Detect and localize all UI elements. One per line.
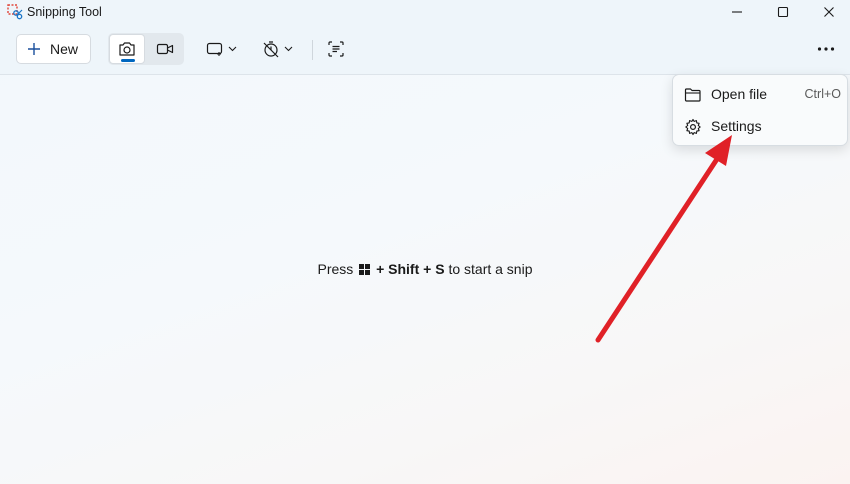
text-actions-button[interactable] [327,37,345,61]
snip-mode-button[interactable] [109,34,145,64]
hint-press-text: Press [317,261,354,277]
minimize-icon [732,11,742,13]
maximize-button[interactable] [760,0,806,24]
video-camera-icon [156,43,174,55]
more-options-icon [817,47,835,51]
chevron-down-icon [284,46,293,52]
hint-plus-1: + [376,261,385,277]
toolbar-divider [312,40,313,60]
chevron-down-icon [228,46,237,52]
minimize-button[interactable] [714,0,760,24]
menu-item-label: Open file [711,86,768,102]
menu-item-settings[interactable]: Settings [677,111,843,141]
maximize-icon [777,6,789,18]
new-snip-label: New [50,41,79,57]
windows-key-icon [359,264,371,275]
capture-mode-toggle [108,33,184,65]
see-more-menu: Open file Ctrl+O Settings [672,74,848,146]
menu-item-label: Settings [711,118,762,134]
snipping-tool-app-icon [7,4,23,20]
start-snip-hint: Press + Shift + S to start a snip [0,259,850,279]
see-more-button[interactable] [812,37,840,61]
folder-icon [684,88,701,102]
close-button[interactable] [806,0,850,24]
camera-icon [119,42,135,56]
snip-delay-dropdown[interactable] [262,37,293,61]
menu-item-shortcut: Ctrl+O [804,87,841,101]
menu-item-open-file[interactable]: Open file Ctrl+O [677,79,843,109]
text-actions-icon [328,41,344,57]
record-mode-button[interactable] [147,34,183,64]
snipping-tool-window: Snipping Tool New Press + Shift + S to s… [0,0,850,484]
hint-shift-key: Shift [388,261,420,277]
rectangle-snip-icon [206,42,223,56]
snip-shape-dropdown[interactable] [206,37,237,61]
hint-s-key: S [435,261,445,277]
title-bar[interactable]: Snipping Tool [0,0,850,24]
timer-off-icon [263,41,279,58]
gear-icon [685,118,701,136]
active-mode-indicator [121,59,135,62]
window-title: Snipping Tool [27,5,102,19]
new-snip-button[interactable]: New [16,34,91,64]
close-icon [824,7,834,17]
hint-plus-2: + [423,261,432,277]
arrow-shaft [595,153,722,343]
plus-icon [28,43,40,55]
hint-rest-text: to start a snip [448,261,533,277]
toolbar: New [0,24,850,75]
